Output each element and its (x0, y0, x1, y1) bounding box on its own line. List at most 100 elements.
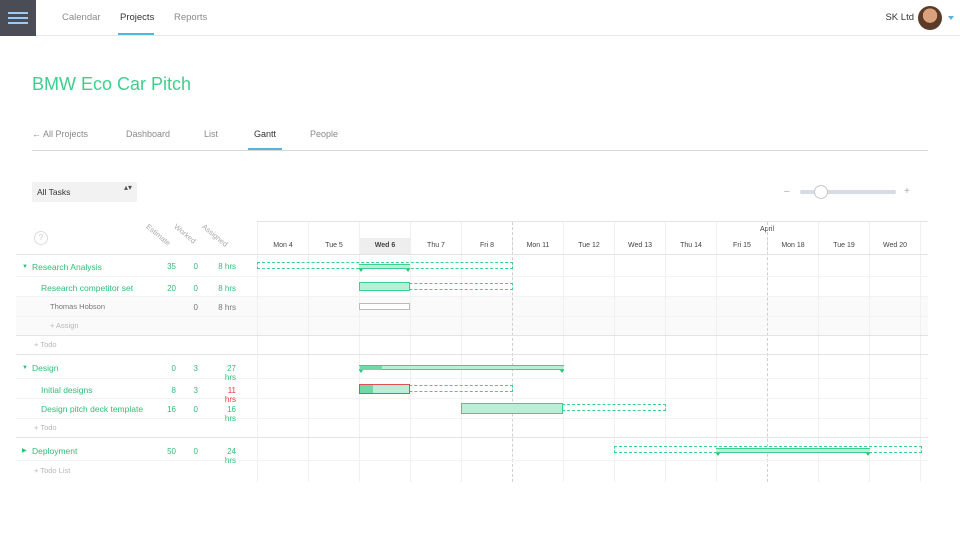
summary-marker-icon (406, 269, 410, 272)
day-header: Mon 4 (257, 238, 308, 254)
design-assigned: 27 hrs (224, 364, 236, 382)
nav-projects[interactable]: Projects (120, 12, 154, 23)
gantt-bar-competitor[interactable] (359, 282, 410, 291)
day-header: Wed 20 (869, 238, 920, 254)
zoom-in-button[interactable]: + (904, 186, 910, 197)
row-divider (16, 460, 928, 461)
task-group-research[interactable]: Research Analysis (32, 262, 102, 272)
row-divider (16, 418, 928, 419)
week-divider (767, 222, 768, 482)
zoom-slider-handle[interactable] (814, 185, 829, 199)
day-header: Mon 11 (512, 238, 563, 254)
row-divider (16, 335, 928, 336)
summary-marker-icon (359, 370, 363, 373)
day-header: Wed 13 (614, 238, 665, 254)
col-estimate: Estimate (144, 222, 173, 248)
design-progress (360, 366, 382, 370)
nav-calendar[interactable]: Calendar (62, 12, 101, 23)
add-todo-list-link[interactable]: + Todo List (34, 466, 70, 475)
row-divider (16, 254, 928, 255)
row-divider (16, 296, 928, 297)
grid-line (716, 222, 717, 482)
expand-caret-icon[interactable]: ▶ (22, 447, 27, 454)
gantt-bar-deployment-summary[interactable] (716, 448, 870, 453)
day-header: Tue 12 (563, 238, 614, 254)
week-divider (512, 222, 513, 482)
grid-line (410, 222, 411, 482)
grid-line (665, 222, 666, 482)
add-todo-link[interactable]: + Todo (34, 340, 57, 349)
row-divider (16, 398, 928, 399)
tab-active-indicator (248, 148, 282, 150)
group-divider (16, 354, 928, 355)
chevron-down-icon[interactable] (948, 16, 954, 20)
initial-estimate: 8 (171, 386, 176, 395)
grid-line (920, 222, 921, 482)
research-worked: 0 (193, 262, 198, 271)
task-group-deployment[interactable]: Deployment (32, 446, 77, 456)
help-icon[interactable]: ? (34, 231, 48, 245)
grid-line (818, 222, 819, 482)
col-worked: Worked (172, 222, 198, 246)
initial-progress (360, 385, 373, 393)
deployment-estimate: 50 (167, 447, 176, 456)
day-header: Mon 18 (767, 238, 818, 254)
day-header: Tue 19 (818, 238, 869, 254)
tab-people[interactable]: People (310, 129, 338, 139)
tab-dashboard[interactable]: Dashboard (126, 129, 170, 139)
grid-line (461, 222, 462, 482)
add-todo-link[interactable]: + Todo (34, 423, 57, 432)
grid-line (869, 222, 870, 482)
page-title: BMW Eco Car Pitch (32, 74, 192, 94)
assignee-thomas[interactable]: Thomas Hobson (50, 302, 105, 311)
deployment-worked: 0 (193, 447, 198, 456)
competitor-assigned: 8 hrs (218, 284, 236, 293)
thomas-assigned: 8 hrs (218, 303, 236, 312)
day-header: Fri 15 (716, 238, 767, 254)
expand-caret-icon[interactable]: ▼ (22, 264, 28, 270)
zoom-out-button[interactable]: – (784, 186, 790, 197)
tab-list[interactable]: List (204, 129, 218, 139)
gantt-bar-thomas[interactable] (359, 303, 410, 310)
task-filter-select[interactable]: All Tasks ▴▾ (32, 182, 137, 202)
nav-reports[interactable]: Reports (174, 12, 207, 23)
task-competitor[interactable]: Research competitor set (41, 283, 133, 293)
task-filter-value: All Tasks (37, 187, 71, 197)
nav-active-indicator (118, 33, 154, 35)
thomas-worked: 0 (193, 303, 198, 312)
summary-marker-icon (716, 453, 720, 456)
task-group-design[interactable]: Design (32, 363, 58, 373)
org-name[interactable]: SK Ltd (885, 12, 914, 23)
summary-marker-icon (560, 370, 564, 373)
deployment-assigned: 24 hrs (224, 447, 236, 465)
avatar[interactable] (918, 6, 942, 30)
row-divider (16, 378, 928, 379)
top-nav: Calendar Projects Reports SK Ltd (0, 0, 960, 36)
hamburger-menu-icon[interactable] (0, 0, 36, 36)
grid-line (563, 222, 564, 482)
competitor-worked: 0 (193, 284, 198, 293)
initial-assigned: 11 hrs (224, 386, 236, 404)
template-estimate: 16 (167, 405, 176, 414)
expand-caret-icon[interactable]: ▼ (22, 365, 28, 371)
template-worked: 0 (193, 405, 198, 414)
assign-link[interactable]: + Assign (50, 321, 79, 330)
summary-marker-icon (359, 269, 363, 272)
tab-all-projects[interactable]: ← All Projects (32, 129, 88, 139)
gantt-bar-design-summary[interactable] (359, 365, 564, 370)
competitor-estimate: 20 (167, 284, 176, 293)
tab-gantt[interactable]: Gantt (254, 129, 276, 139)
row-divider (16, 276, 928, 277)
gantt-bar-template[interactable] (461, 403, 563, 414)
grid-line (359, 222, 360, 482)
row-divider (16, 316, 928, 317)
day-header: Thu 7 (410, 238, 461, 254)
gantt-bar-research-summary[interactable] (359, 264, 410, 269)
select-arrows-icon: ▴▾ (123, 183, 132, 192)
task-pitch-template[interactable]: Design pitch deck template (41, 404, 143, 414)
initial-worked: 3 (193, 386, 198, 395)
day-header: Tue 5 (308, 238, 359, 254)
task-initial-designs[interactable]: Initial designs (41, 385, 93, 395)
grid-line (308, 222, 309, 482)
tabs-divider (32, 150, 928, 151)
